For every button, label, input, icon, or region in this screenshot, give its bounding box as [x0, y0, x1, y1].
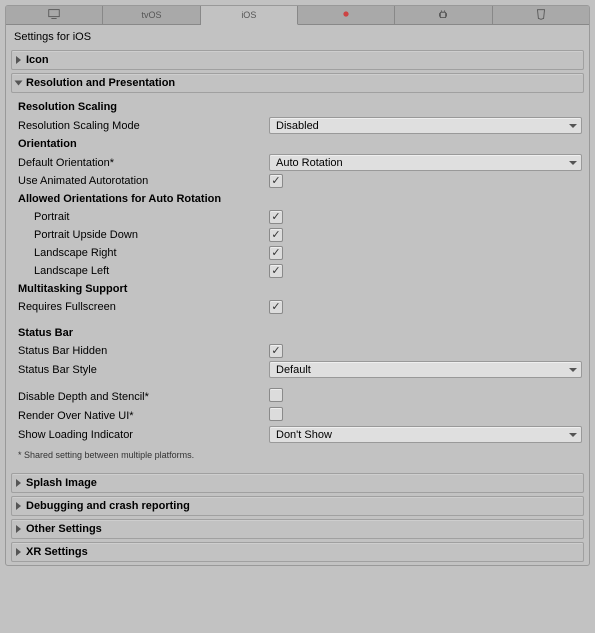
status-bar-hidden-checkbox[interactable] — [269, 344, 283, 358]
orientation-heading: Orientation — [14, 138, 269, 150]
platform-tabs: tvOS iOS — [6, 6, 589, 25]
portrait-checkbox[interactable] — [269, 210, 283, 224]
disable-depth-stencil-checkbox[interactable] — [269, 388, 283, 402]
dropdown-value: Disabled — [276, 120, 319, 132]
html5-icon — [534, 7, 548, 23]
tab-webgl[interactable] — [493, 6, 589, 24]
dropdown-value: Don't Show — [276, 429, 332, 441]
section-label: Icon — [26, 54, 49, 66]
use-animated-autorotation-label: Use Animated Autorotation — [14, 175, 269, 187]
section-label: Debugging and crash reporting — [26, 500, 190, 512]
portrait-upside-down-label: Portrait Upside Down — [14, 229, 269, 241]
show-loading-indicator-label: Show Loading Indicator — [14, 429, 269, 441]
triangle-down-icon — [15, 81, 23, 86]
show-loading-indicator-dropdown[interactable]: Don't Show — [269, 426, 582, 443]
triangle-right-icon — [16, 479, 21, 487]
dropdown-value: Default — [276, 364, 311, 376]
tab-ios[interactable]: iOS — [201, 6, 298, 25]
default-orientation-dropdown[interactable]: Auto Rotation — [269, 154, 582, 171]
section-resolution[interactable]: Resolution and Presentation — [11, 73, 584, 93]
tab-tvos[interactable]: tvOS — [103, 6, 200, 24]
tab-standalone[interactable] — [6, 6, 103, 24]
portrait-upside-down-checkbox[interactable] — [269, 228, 283, 242]
requires-fullscreen-checkbox[interactable] — [269, 300, 283, 314]
status-bar-style-label: Status Bar Style — [14, 364, 269, 376]
triangle-right-icon — [16, 502, 21, 510]
section-icon[interactable]: Icon — [11, 50, 584, 70]
chevron-down-icon — [569, 368, 577, 372]
resolution-scaling-mode-dropdown[interactable]: Disabled — [269, 117, 582, 134]
section-xr[interactable]: XR Settings — [11, 542, 584, 562]
disable-depth-stencil-label: Disable Depth and Stencil* — [14, 391, 269, 403]
settings-title: Settings for iOS — [6, 25, 589, 47]
landscape-right-label: Landscape Right — [14, 247, 269, 259]
landscape-left-label: Landscape Left — [14, 265, 269, 277]
section-debugging[interactable]: Debugging and crash reporting — [11, 496, 584, 516]
tab-label: iOS — [241, 10, 256, 20]
use-animated-autorotation-checkbox[interactable] — [269, 174, 283, 188]
section-label: Splash Image — [26, 477, 97, 489]
android-icon — [436, 7, 450, 23]
default-orientation-label: Default Orientation* — [14, 157, 269, 169]
section-splash[interactable]: Splash Image — [11, 473, 584, 493]
resolution-scaling-mode-label: Resolution Scaling Mode — [14, 120, 269, 132]
tab-label: tvOS — [141, 10, 161, 20]
resolution-content: Resolution Scaling Resolution Scaling Mo… — [6, 96, 589, 470]
section-label: Other Settings — [26, 523, 102, 535]
status-bar-style-dropdown[interactable]: Default — [269, 361, 582, 378]
resolution-scaling-heading: Resolution Scaling — [14, 101, 269, 113]
dropdown-value: Auto Rotation — [276, 157, 343, 169]
player-settings-panel: tvOS iOS Settings for iOS Icon Resoluti — [5, 5, 590, 566]
shared-setting-footnote: * Shared setting between multiple platfo… — [14, 444, 584, 464]
lumin-icon — [339, 7, 353, 23]
render-over-native-ui-label: Render Over Native UI* — [14, 410, 269, 422]
tab-lumin[interactable] — [298, 6, 395, 24]
triangle-right-icon — [16, 56, 21, 64]
requires-fullscreen-label: Requires Fullscreen — [14, 301, 269, 313]
chevron-down-icon — [569, 433, 577, 437]
tab-android[interactable] — [395, 6, 492, 24]
status-bar-hidden-label: Status Bar Hidden — [14, 345, 269, 357]
triangle-right-icon — [16, 548, 21, 556]
triangle-right-icon — [16, 525, 21, 533]
monitor-icon — [47, 7, 61, 23]
chevron-down-icon — [569, 161, 577, 165]
portrait-label: Portrait — [14, 211, 269, 223]
landscape-left-checkbox[interactable] — [269, 264, 283, 278]
status-bar-heading: Status Bar — [14, 327, 269, 339]
section-label: XR Settings — [26, 546, 88, 558]
landscape-right-checkbox[interactable] — [269, 246, 283, 260]
allowed-orientations-heading: Allowed Orientations for Auto Rotation — [14, 193, 269, 205]
multitasking-support-heading: Multitasking Support — [14, 283, 269, 295]
render-over-native-ui-checkbox[interactable] — [269, 407, 283, 421]
chevron-down-icon — [569, 124, 577, 128]
section-other[interactable]: Other Settings — [11, 519, 584, 539]
section-label: Resolution and Presentation — [26, 77, 175, 89]
